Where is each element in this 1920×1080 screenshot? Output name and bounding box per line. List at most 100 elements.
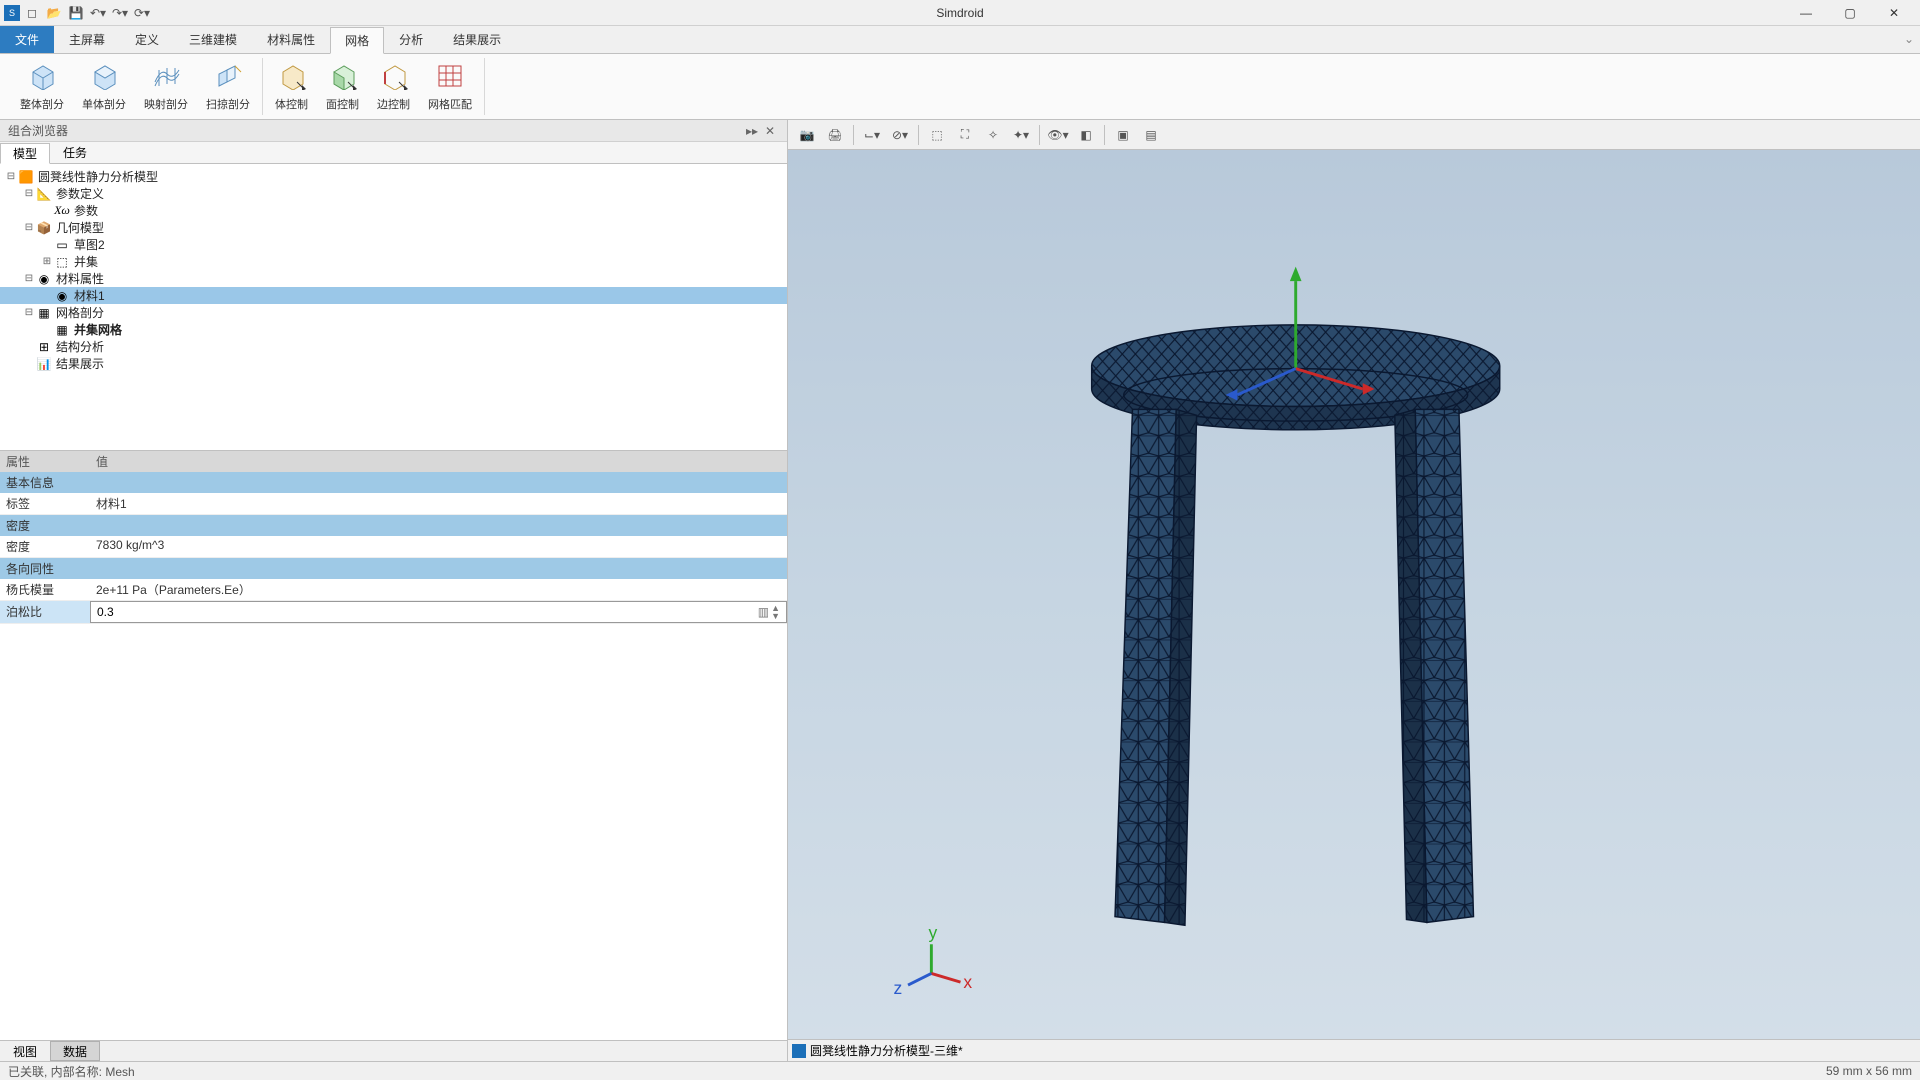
tree-result[interactable]: 📊结果展示	[0, 355, 787, 372]
props-group-density: 密度	[0, 515, 787, 536]
param-icon: 📐	[36, 186, 52, 202]
tab-task[interactable]: 任务	[50, 142, 100, 163]
toggle-icon[interactable]: ⊟	[22, 188, 36, 199]
face-ctrl-icon	[327, 60, 359, 92]
zoom-icon[interactable]: ✧	[980, 123, 1006, 147]
quick-access-toolbar: ◻ 📂 💾 ↶▾ ↷▾ ⟳▾	[24, 5, 150, 21]
clip-icon[interactable]: ◧	[1073, 123, 1099, 147]
result-icon: 📊	[36, 356, 52, 372]
undo-icon[interactable]: ↶▾	[90, 5, 106, 21]
titlebar: S ◻ 📂 💾 ↶▾ ↷▾ ⟳▾ Simdroid — ▢ ✕	[0, 0, 1920, 26]
body-ctrl-button[interactable]: 体控制	[273, 58, 310, 114]
mesh-match-button[interactable]: 网格匹配	[426, 58, 474, 114]
menu-mesh[interactable]: 网格	[330, 27, 384, 54]
union-icon: ⬚	[54, 254, 70, 270]
props-row-density[interactable]: 密度 7830 kg/m^3	[0, 536, 787, 558]
eye-icon[interactable]: 👁▾	[1045, 123, 1071, 147]
properties-panel: 属性 值 基本信息 标签 材料1 密度 密度 7830 kg/m^3 各向同性 …	[0, 450, 787, 1040]
global-mesh-button[interactable]: 整体剖分	[18, 58, 66, 114]
toggle-icon[interactable]: ⊟	[4, 171, 18, 182]
app-icon: S	[4, 5, 20, 21]
maximize-button[interactable]: ▢	[1828, 0, 1872, 26]
left-panel: 组合浏览器 ▸▸ ✕ 模型 任务 ⊟🟧圆凳线性静力分析模型 ⊟📐参数定义 Xω参…	[0, 120, 788, 1061]
main-area: 组合浏览器 ▸▸ ✕ 模型 任务 ⊟🟧圆凳线性静力分析模型 ⊟📐参数定义 Xω参…	[0, 120, 1920, 1061]
props-row-label[interactable]: 标签 材料1	[0, 493, 787, 515]
3d-viewport[interactable]: y x z	[788, 150, 1920, 1039]
tree-param-def[interactable]: ⊟📐参数定义	[0, 185, 787, 202]
model-tree[interactable]: ⊟🟧圆凳线性静力分析模型 ⊟📐参数定义 Xω参数 ⊟📦几何模型 ▭草图2 ⊞⬚并…	[0, 164, 787, 450]
open-icon[interactable]: 📂	[46, 5, 62, 21]
tree-mesh[interactable]: ⊟▦网格剖分	[0, 304, 787, 321]
material1-icon: ◉	[54, 288, 70, 304]
cube1-icon[interactable]: ▣	[1110, 123, 1136, 147]
face-ctrl-button[interactable]: 面控制	[324, 58, 361, 114]
tab-view[interactable]: 视图	[0, 1041, 50, 1061]
tree-geom[interactable]: ⊟📦几何模型	[0, 219, 787, 236]
print-icon[interactable]: 🖨	[822, 123, 848, 147]
edge-ctrl-icon	[378, 60, 410, 92]
redo-icon[interactable]: ↷▾	[112, 5, 128, 21]
mesh-render: y x z	[788, 150, 1920, 1039]
viewport-tab-label: 圆凳线性静力分析模型-三维*	[810, 1042, 963, 1059]
save-icon[interactable]: 💾	[68, 5, 84, 21]
map-mesh-button[interactable]: 映射剖分	[142, 58, 190, 114]
tab-data[interactable]: 数据	[50, 1041, 100, 1061]
close-button[interactable]: ✕	[1872, 0, 1916, 26]
tree-root[interactable]: ⊟🟧圆凳线性静力分析模型	[0, 168, 787, 185]
orient-icon[interactable]: ✦▾	[1008, 123, 1034, 147]
menu-define[interactable]: 定义	[120, 26, 174, 53]
panel-fastforward-icon[interactable]: ▸▸	[743, 124, 761, 138]
new-icon[interactable]: ◻	[24, 5, 40, 21]
dropdown-icon[interactable]: ▥	[756, 605, 771, 619]
browser-title: 组合浏览器	[8, 122, 68, 139]
sweep-icon	[212, 60, 244, 92]
stepper-icon[interactable]: ▲▼	[771, 604, 780, 620]
menu-results[interactable]: 结果展示	[438, 26, 516, 53]
toggle-icon[interactable]: ⊟	[22, 222, 36, 233]
props-row-young[interactable]: 杨氏模量 2e+11 Pa（Parameters.Ee）	[0, 579, 787, 601]
menu-analysis[interactable]: 分析	[384, 26, 438, 53]
minimize-button[interactable]: —	[1784, 0, 1828, 26]
viewport-toolbar: 📷 🖨 ⌙▾ ⊘▾ ⬚ ⛶ ✧ ✦▾ 👁▾ ◧ ▣ ▤	[788, 120, 1920, 150]
cube2-icon[interactable]: ▤	[1138, 123, 1164, 147]
status-bar: 已关联, 内部名称: Mesh 59 mm x 56 mm	[0, 1061, 1920, 1080]
toggle-icon[interactable]: ⊟	[22, 273, 36, 284]
tree-material[interactable]: ⊟◉材料属性	[0, 270, 787, 287]
collapse-ribbon-icon[interactable]: ⌄	[1904, 32, 1914, 46]
props-group-basic: 基本信息	[0, 472, 787, 493]
fit-icon[interactable]: ⛶	[952, 123, 978, 147]
browser-header: 组合浏览器 ▸▸ ✕	[0, 120, 787, 142]
panel-close-icon[interactable]: ✕	[761, 124, 779, 138]
menu-material[interactable]: 材料属性	[252, 26, 330, 53]
axis-icon[interactable]: ⌙▾	[859, 123, 885, 147]
tree-param[interactable]: Xω参数	[0, 202, 787, 219]
meshset-icon: ▦	[54, 322, 70, 338]
props-row-poisson[interactable]: 泊松比 ▥ ▲▼	[0, 601, 787, 624]
toggle-icon[interactable]: ⊟	[22, 307, 36, 318]
refresh-icon[interactable]: ⟳▾	[134, 5, 150, 21]
model-icon: 🟧	[18, 169, 34, 185]
body-ctrl-icon	[276, 60, 308, 92]
boxselect-icon[interactable]: ⬚	[924, 123, 950, 147]
tree-union[interactable]: ⊞⬚并集	[0, 253, 787, 270]
menu-3dmodel[interactable]: 三维建模	[174, 26, 252, 53]
tree-unionmesh[interactable]: ▦并集网格	[0, 321, 787, 338]
menu-home[interactable]: 主屏幕	[54, 26, 120, 53]
sweep-mesh-button[interactable]: 扫掠剖分	[204, 58, 252, 114]
menu-file[interactable]: 文件	[0, 26, 54, 53]
tab-model[interactable]: 模型	[0, 143, 50, 164]
snapshot-icon[interactable]: 📷	[794, 123, 820, 147]
tree-material1[interactable]: ◉材料1	[0, 287, 787, 304]
doc-icon	[792, 1044, 806, 1058]
tree-struct[interactable]: ⊞结构分析	[0, 338, 787, 355]
viewport-tab[interactable]: 圆凳线性静力分析模型-三维*	[788, 1039, 1920, 1061]
ribbon-group-control: 体控制 面控制 边控制 网格匹配	[263, 58, 485, 115]
toggle-icon[interactable]: ⊞	[40, 256, 54, 267]
material-icon: ◉	[36, 271, 52, 287]
edge-ctrl-button[interactable]: 边控制	[375, 58, 412, 114]
single-mesh-button[interactable]: 单体剖分	[80, 58, 128, 114]
tree-sketch[interactable]: ▭草图2	[0, 236, 787, 253]
poisson-input-cell[interactable]: ▥ ▲▼	[90, 601, 787, 623]
poisson-input[interactable]	[97, 605, 756, 619]
circle-slash-icon[interactable]: ⊘▾	[887, 123, 913, 147]
